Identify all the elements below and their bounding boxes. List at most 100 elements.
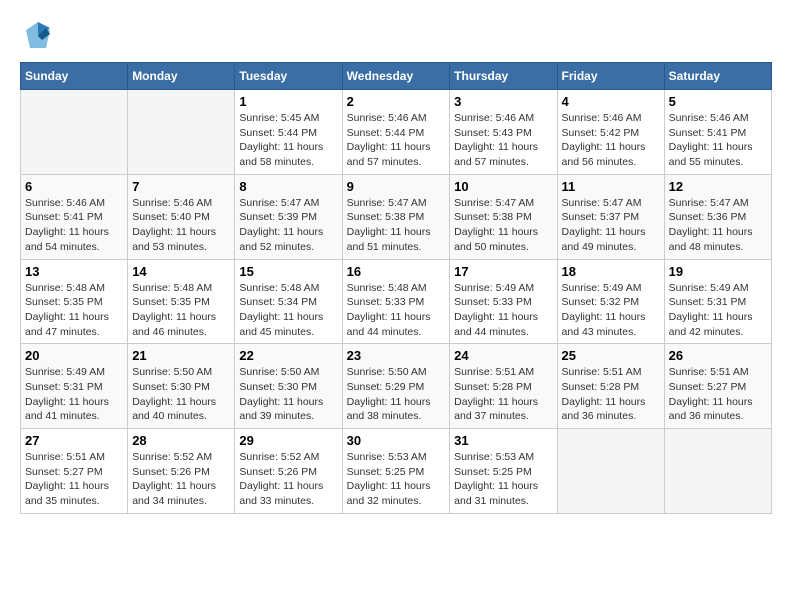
day-number: 6 xyxy=(25,179,123,194)
calendar-cell: 30 Sunrise: 5:53 AM Sunset: 5:25 PM Dayli… xyxy=(342,429,450,514)
day-number: 15 xyxy=(239,264,337,279)
day-info: Sunrise: 5:46 AM Sunset: 5:44 PM Dayligh… xyxy=(347,111,446,170)
day-number: 25 xyxy=(562,348,660,363)
day-info: Sunrise: 5:52 AM Sunset: 5:26 PM Dayligh… xyxy=(132,450,230,509)
calendar-cell: 27Sunrise: 5:51 AM Sunset: 5:27 PM Dayli… xyxy=(21,429,128,514)
calendar-cell: 14 Sunrise: 5:48 AM Sunset: 5:35 PM Dayli… xyxy=(128,259,235,344)
calendar-cell xyxy=(557,429,664,514)
calendar-cell: 15 Sunrise: 5:48 AM Sunset: 5:34 PM Dayli… xyxy=(235,259,342,344)
day-number: 29 xyxy=(239,433,337,448)
day-info: Sunrise: 5:45 AM Sunset: 5:44 PM Dayligh… xyxy=(239,111,337,170)
day-number: 7 xyxy=(132,179,230,194)
calendar-cell: 16 Sunrise: 5:48 AM Sunset: 5:33 PM Dayli… xyxy=(342,259,450,344)
calendar-cell: 2 Sunrise: 5:46 AM Sunset: 5:44 PM Daylig… xyxy=(342,90,450,175)
weekday-header-monday: Monday xyxy=(128,63,235,90)
day-info: Sunrise: 5:48 AM Sunset: 5:34 PM Dayligh… xyxy=(239,281,337,340)
day-number: 28 xyxy=(132,433,230,448)
day-number: 20 xyxy=(25,348,123,363)
day-info: Sunrise: 5:48 AM Sunset: 5:33 PM Dayligh… xyxy=(347,281,446,340)
calendar-cell: 7 Sunrise: 5:46 AM Sunset: 5:40 PM Daylig… xyxy=(128,174,235,259)
day-info: Sunrise: 5:53 AM Sunset: 5:25 PM Dayligh… xyxy=(454,450,552,509)
weekday-header-row: SundayMondayTuesdayWednesdayThursdayFrid… xyxy=(21,63,772,90)
calendar-cell xyxy=(128,90,235,175)
calendar-cell: 11 Sunrise: 5:47 AM Sunset: 5:37 PM Dayli… xyxy=(557,174,664,259)
calendar-week-2: 6 Sunrise: 5:46 AM Sunset: 5:41 PM Daylig… xyxy=(21,174,772,259)
day-info: Sunrise: 5:46 AM Sunset: 5:43 PM Dayligh… xyxy=(454,111,552,170)
day-number: 24 xyxy=(454,348,552,363)
calendar-cell: 20 Sunrise: 5:49 AM Sunset: 5:31 PM Dayli… xyxy=(21,344,128,429)
day-info: Sunrise: 5:47 AM Sunset: 5:38 PM Dayligh… xyxy=(454,196,552,255)
day-number: 3 xyxy=(454,94,552,109)
day-number: 11 xyxy=(562,179,660,194)
calendar-week-1: 1 Sunrise: 5:45 AM Sunset: 5:44 PM Daylig… xyxy=(21,90,772,175)
day-info: Sunrise: 5:51 AM Sunset: 5:28 PM Dayligh… xyxy=(562,365,660,424)
calendar-cell: 21 Sunrise: 5:50 AM Sunset: 5:30 PM Dayli… xyxy=(128,344,235,429)
day-number: 17 xyxy=(454,264,552,279)
calendar-cell: 5 Sunrise: 5:46 AM Sunset: 5:41 PM Daylig… xyxy=(664,90,771,175)
day-info: Sunrise: 5:49 AM Sunset: 5:33 PM Dayligh… xyxy=(454,281,552,340)
calendar-cell: 23Sunrise: 5:50 AM Sunset: 5:29 PM Dayli… xyxy=(342,344,450,429)
day-info: Sunrise: 5:51 AM Sunset: 5:28 PM Dayligh… xyxy=(454,365,552,424)
calendar-cell: 17 Sunrise: 5:49 AM Sunset: 5:33 PM Dayli… xyxy=(450,259,557,344)
calendar-cell: 6 Sunrise: 5:46 AM Sunset: 5:41 PM Daylig… xyxy=(21,174,128,259)
calendar-cell: 28 Sunrise: 5:52 AM Sunset: 5:26 PM Dayli… xyxy=(128,429,235,514)
calendar-cell: 8 Sunrise: 5:47 AM Sunset: 5:39 PM Daylig… xyxy=(235,174,342,259)
day-info: Sunrise: 5:50 AM Sunset: 5:30 PM Dayligh… xyxy=(239,365,337,424)
calendar-cell: 31 Sunrise: 5:53 AM Sunset: 5:25 PM Dayli… xyxy=(450,429,557,514)
calendar-table: SundayMondayTuesdayWednesdayThursdayFrid… xyxy=(20,62,772,514)
calendar-cell: 19 Sunrise: 5:49 AM Sunset: 5:31 PM Dayli… xyxy=(664,259,771,344)
day-number: 30 xyxy=(347,433,446,448)
day-info: Sunrise: 5:46 AM Sunset: 5:41 PM Dayligh… xyxy=(25,196,123,255)
day-info: Sunrise: 5:47 AM Sunset: 5:37 PM Dayligh… xyxy=(562,196,660,255)
day-info: Sunrise: 5:46 AM Sunset: 5:42 PM Dayligh… xyxy=(562,111,660,170)
day-number: 1 xyxy=(239,94,337,109)
day-number: 19 xyxy=(669,264,767,279)
day-number: 26 xyxy=(669,348,767,363)
weekday-header-friday: Friday xyxy=(557,63,664,90)
day-info: Sunrise: 5:49 AM Sunset: 5:31 PM Dayligh… xyxy=(669,281,767,340)
day-info: Sunrise: 5:46 AM Sunset: 5:40 PM Dayligh… xyxy=(132,196,230,255)
weekday-header-saturday: Saturday xyxy=(664,63,771,90)
day-info: Sunrise: 5:50 AM Sunset: 5:29 PM Dayligh… xyxy=(347,365,446,424)
calendar-cell: 12Sunrise: 5:47 AM Sunset: 5:36 PM Dayli… xyxy=(664,174,771,259)
day-info: Sunrise: 5:51 AM Sunset: 5:27 PM Dayligh… xyxy=(669,365,767,424)
calendar-cell: 24 Sunrise: 5:51 AM Sunset: 5:28 PM Dayli… xyxy=(450,344,557,429)
calendar-cell: 26 Sunrise: 5:51 AM Sunset: 5:27 PM Dayli… xyxy=(664,344,771,429)
calendar-cell: 25 Sunrise: 5:51 AM Sunset: 5:28 PM Dayli… xyxy=(557,344,664,429)
calendar-cell xyxy=(21,90,128,175)
calendar-week-5: 27Sunrise: 5:51 AM Sunset: 5:27 PM Dayli… xyxy=(21,429,772,514)
weekday-header-tuesday: Tuesday xyxy=(235,63,342,90)
calendar-cell: 13Sunrise: 5:48 AM Sunset: 5:35 PM Dayli… xyxy=(21,259,128,344)
day-number: 31 xyxy=(454,433,552,448)
weekday-header-sunday: Sunday xyxy=(21,63,128,90)
calendar-cell: 18Sunrise: 5:49 AM Sunset: 5:32 PM Dayli… xyxy=(557,259,664,344)
day-info: Sunrise: 5:53 AM Sunset: 5:25 PM Dayligh… xyxy=(347,450,446,509)
calendar-week-4: 20 Sunrise: 5:49 AM Sunset: 5:31 PM Dayli… xyxy=(21,344,772,429)
calendar-cell xyxy=(664,429,771,514)
day-info: Sunrise: 5:51 AM Sunset: 5:27 PM Dayligh… xyxy=(25,450,123,509)
day-info: Sunrise: 5:50 AM Sunset: 5:30 PM Dayligh… xyxy=(132,365,230,424)
day-number: 21 xyxy=(132,348,230,363)
day-number: 8 xyxy=(239,179,337,194)
day-number: 14 xyxy=(132,264,230,279)
calendar-cell: 9Sunrise: 5:47 AM Sunset: 5:38 PM Daylig… xyxy=(342,174,450,259)
day-info: Sunrise: 5:49 AM Sunset: 5:31 PM Dayligh… xyxy=(25,365,123,424)
day-info: Sunrise: 5:52 AM Sunset: 5:26 PM Dayligh… xyxy=(239,450,337,509)
day-info: Sunrise: 5:46 AM Sunset: 5:41 PM Dayligh… xyxy=(669,111,767,170)
day-info: Sunrise: 5:48 AM Sunset: 5:35 PM Dayligh… xyxy=(132,281,230,340)
calendar-cell: 1 Sunrise: 5:45 AM Sunset: 5:44 PM Daylig… xyxy=(235,90,342,175)
day-number: 22 xyxy=(239,348,337,363)
calendar-cell: 10Sunrise: 5:47 AM Sunset: 5:38 PM Dayli… xyxy=(450,174,557,259)
day-number: 2 xyxy=(347,94,446,109)
calendar-cell: 29 Sunrise: 5:52 AM Sunset: 5:26 PM Dayli… xyxy=(235,429,342,514)
weekday-header-thursday: Thursday xyxy=(450,63,557,90)
day-number: 5 xyxy=(669,94,767,109)
calendar-cell: 3 Sunrise: 5:46 AM Sunset: 5:43 PM Daylig… xyxy=(450,90,557,175)
day-number: 16 xyxy=(347,264,446,279)
logo xyxy=(20,20,52,52)
day-info: Sunrise: 5:47 AM Sunset: 5:36 PM Dayligh… xyxy=(669,196,767,255)
day-number: 13 xyxy=(25,264,123,279)
day-number: 18 xyxy=(562,264,660,279)
weekday-header-wednesday: Wednesday xyxy=(342,63,450,90)
day-info: Sunrise: 5:47 AM Sunset: 5:39 PM Dayligh… xyxy=(239,196,337,255)
